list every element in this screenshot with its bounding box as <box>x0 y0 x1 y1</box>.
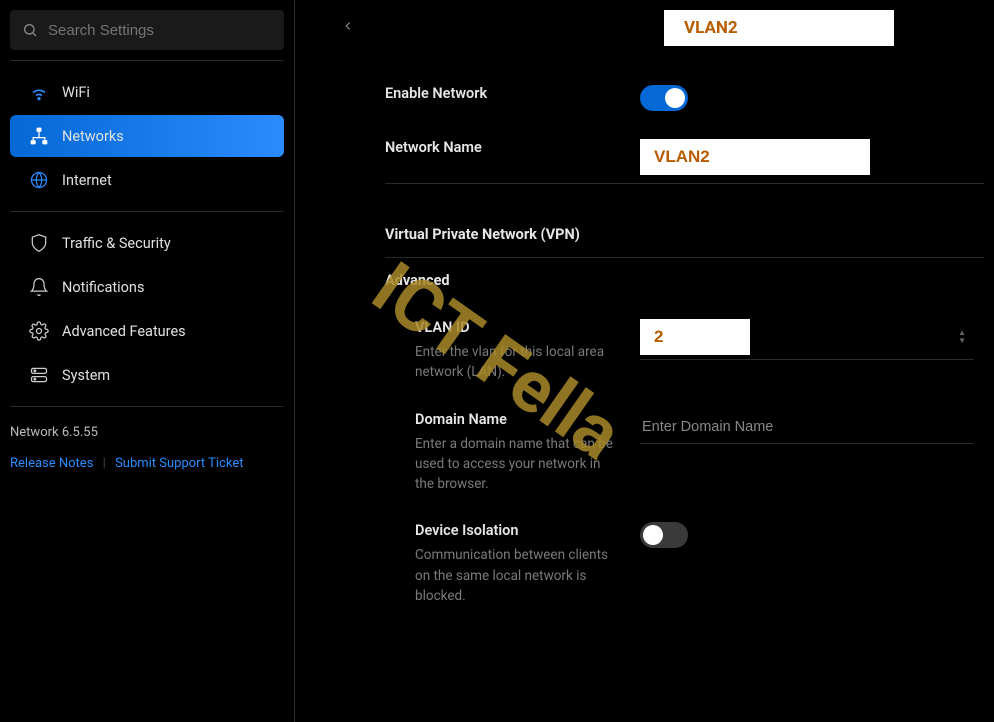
enable-network-label: Enable Network <box>385 85 620 102</box>
sidebar-item-advanced[interactable]: Advanced Features <box>10 310 284 352</box>
gear-icon <box>28 320 50 342</box>
divider <box>10 211 284 212</box>
vpn-section-header[interactable]: Virtual Private Network (VPN) <box>385 212 984 258</box>
back-button[interactable] <box>335 12 361 43</box>
vlan-id-input[interactable] <box>640 319 750 355</box>
main-panel: VLAN2 Enable Network Network Name Virtua… <box>295 0 994 722</box>
bell-icon <box>28 276 50 298</box>
sidebar-item-label: WiFi <box>62 84 90 101</box>
network-icon <box>28 125 50 147</box>
page-title: VLAN2 <box>664 10 894 46</box>
chevron-left-icon <box>341 19 355 33</box>
device-isolation-toggle[interactable] <box>640 522 688 548</box>
domain-name-help: Enter a domain name that can be used to … <box>415 434 620 495</box>
version-text: Network 6.5.55 <box>10 417 284 448</box>
sidebar-item-label: Networks <box>62 128 124 145</box>
network-name-input[interactable] <box>640 139 870 175</box>
sidebar-item-networks[interactable]: Networks <box>10 115 284 157</box>
device-isolation-help: Communication between clients on the sam… <box>415 545 620 606</box>
divider <box>10 60 284 61</box>
sidebar-item-label: System <box>62 367 110 384</box>
sidebar-item-notifications[interactable]: Notifications <box>10 266 284 308</box>
system-icon <box>28 364 50 386</box>
release-notes-link[interactable]: Release Notes <box>10 456 93 471</box>
sidebar-item-security[interactable]: Traffic & Security <box>10 222 284 264</box>
vlan-id-stepper[interactable]: ▲ ▼ <box>958 329 966 345</box>
sidebar-item-label: Internet <box>62 172 112 189</box>
divider <box>10 406 284 407</box>
search-icon <box>22 22 38 38</box>
search-box[interactable] <box>10 10 284 50</box>
sidebar: WiFi Networks Internet Traffic & Securit… <box>0 0 295 722</box>
advanced-section-header[interactable]: Advanced <box>385 258 994 319</box>
domain-name-input[interactable] <box>640 411 974 444</box>
sidebar-item-wifi[interactable]: WiFi <box>10 71 284 113</box>
device-isolation-label: Device Isolation <box>415 522 620 539</box>
enable-network-toggle[interactable] <box>640 85 688 111</box>
separator: | <box>103 456 106 471</box>
globe-icon <box>28 169 50 191</box>
shield-icon <box>28 232 50 254</box>
vlan-id-help: Enter the vlan for this local area netwo… <box>415 342 620 383</box>
support-ticket-link[interactable]: Submit Support Ticket <box>115 456 243 471</box>
sidebar-item-system[interactable]: System <box>10 354 284 396</box>
chevron-down-icon[interactable]: ▼ <box>958 337 966 345</box>
domain-name-label: Domain Name <box>415 411 620 428</box>
search-input[interactable] <box>48 22 272 39</box>
header: VLAN2 <box>295 0 994 55</box>
sidebar-item-label: Advanced Features <box>62 323 186 340</box>
sidebar-item-internet[interactable]: Internet <box>10 159 284 201</box>
sidebar-item-label: Notifications <box>62 279 144 296</box>
wifi-icon <box>28 81 50 103</box>
network-name-label: Network Name <box>385 139 620 156</box>
sidebar-item-label: Traffic & Security <box>62 235 171 252</box>
vlan-id-label: VLAN ID <box>415 319 620 336</box>
